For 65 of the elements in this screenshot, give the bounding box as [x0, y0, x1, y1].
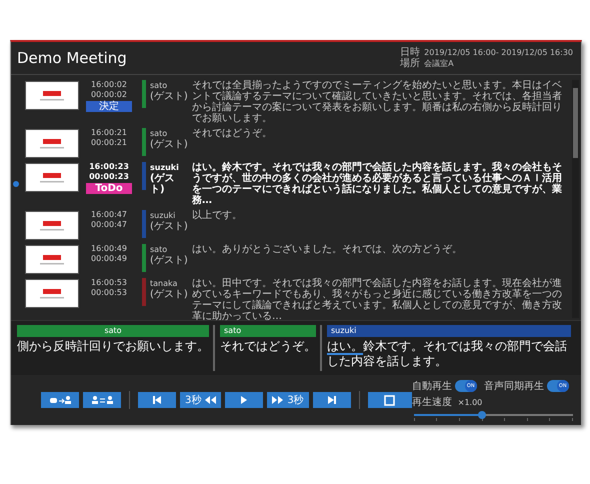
utterance-text: はい。ありがとうございました。それでは、次の方どうぞ。 [192, 244, 463, 255]
speaker-name: suzuki [150, 162, 180, 173]
scroll-thumb[interactable] [573, 88, 578, 158]
transcript-text: はい。鈴木です。それでは我々の部門で会話した内容を話します。 [327, 338, 568, 369]
tag-label[interactable]: 決定 [86, 101, 132, 112]
play-button[interactable] [225, 392, 264, 408]
toggle-label: 自動再生 [412, 380, 452, 393]
swap-people-button[interactable] [83, 392, 121, 408]
clock-time: 16:00:49 [91, 244, 127, 254]
speaker-name: suzuki [150, 210, 176, 221]
utterance-text: はい。鈴木です。それでは我々の部門で会話した内容を話します。我々の会社もそうですが、世の中の多くの会社が進める必要があると言っている仕事へのＡＩ活用を一つのテーマにできればという話になりました。私個人としての意見ですが、業務… [192, 162, 563, 206]
speaker-role: (ゲスト) [150, 255, 188, 266]
forward-button[interactable]: 3秒 [267, 392, 309, 408]
speaker-role: (ゲスト) [150, 221, 188, 232]
window-title: Demo Meeting [17, 49, 127, 67]
scrollbar[interactable] [572, 80, 579, 318]
speaker-header: sato [17, 325, 209, 337]
elapsed-time: 00:00:47 [91, 220, 127, 230]
speed-label: 再生速度 [412, 396, 452, 409]
elapsed-time: 00:00:49 [91, 254, 127, 264]
info-value: 2019/12/05 16:00- 2019/12/05 16:30 [424, 47, 573, 58]
stop-button[interactable] [368, 392, 412, 408]
speaker-role: (ゲスト) [150, 139, 188, 150]
clock-time: 16:00:21 [91, 128, 127, 138]
clock-time: 16:00:47 [91, 210, 127, 220]
info-label: 場所 [400, 58, 420, 69]
speech-person-icon [50, 396, 70, 404]
clock-time: 16:00:02 [91, 80, 127, 90]
to-start-button[interactable] [138, 392, 176, 408]
skip-forward-icon [328, 396, 336, 404]
play-icon [241, 396, 248, 404]
speech-to-person-button[interactable] [41, 392, 79, 408]
speaker-name: sato [150, 80, 168, 91]
fast-forward-icon [272, 396, 284, 404]
elapsed-time: 00:00:53 [91, 288, 127, 298]
speaker-name: sato [150, 128, 168, 139]
elapsed-time: 00:00:23 [89, 172, 129, 182]
speaker-role: (ゲスト) [150, 289, 188, 300]
skip-back-icon [153, 396, 161, 404]
clock-time: 16:00:53 [91, 278, 127, 288]
people-swap-icon [92, 396, 112, 404]
stop-icon [384, 394, 396, 406]
transcript-text: それではどうぞ。 [220, 338, 316, 354]
speaker-name: sato [150, 244, 168, 255]
slider-thumb[interactable] [478, 411, 486, 419]
info-value: 会議室A [424, 58, 454, 69]
to-end-button[interactable] [312, 392, 351, 408]
elapsed-time: 00:00:02 [91, 90, 127, 100]
utterance-text: 以上です。 [192, 210, 243, 221]
rewind-icon [205, 396, 216, 404]
speaker-role: (ゲスト) [150, 91, 188, 102]
info-label: 日時 [400, 47, 420, 58]
clock-time: 16:00:23 [89, 162, 129, 172]
utterance-text: それではどうぞ。 [192, 128, 273, 139]
speaker-role: (ゲスト) [150, 173, 176, 195]
tag-label[interactable]: ToDo [86, 183, 132, 194]
toggle-label: 音声同期再生 [484, 380, 544, 393]
back-button[interactable]: 3秒 [180, 392, 222, 408]
speaker-header: sato [220, 325, 316, 337]
elapsed-time: 00:00:21 [91, 138, 127, 148]
speaker-header: suzuki [327, 325, 571, 337]
speaker-name: tanaka [150, 278, 178, 289]
transcript-text: 側から反時計回りでお願いします。 [17, 338, 209, 354]
speed-value: ×1.00 [458, 398, 482, 406]
utterance-text: それでは全員揃ったようですのでミーティングを始めたいと思います。本日はイベントで議論するテーマについて確認していきたいと思います。それでは、各担当者から討論テーマの案について発表をお願いします。順番は私の右側から反時計回りでお願いします。 [192, 80, 563, 124]
